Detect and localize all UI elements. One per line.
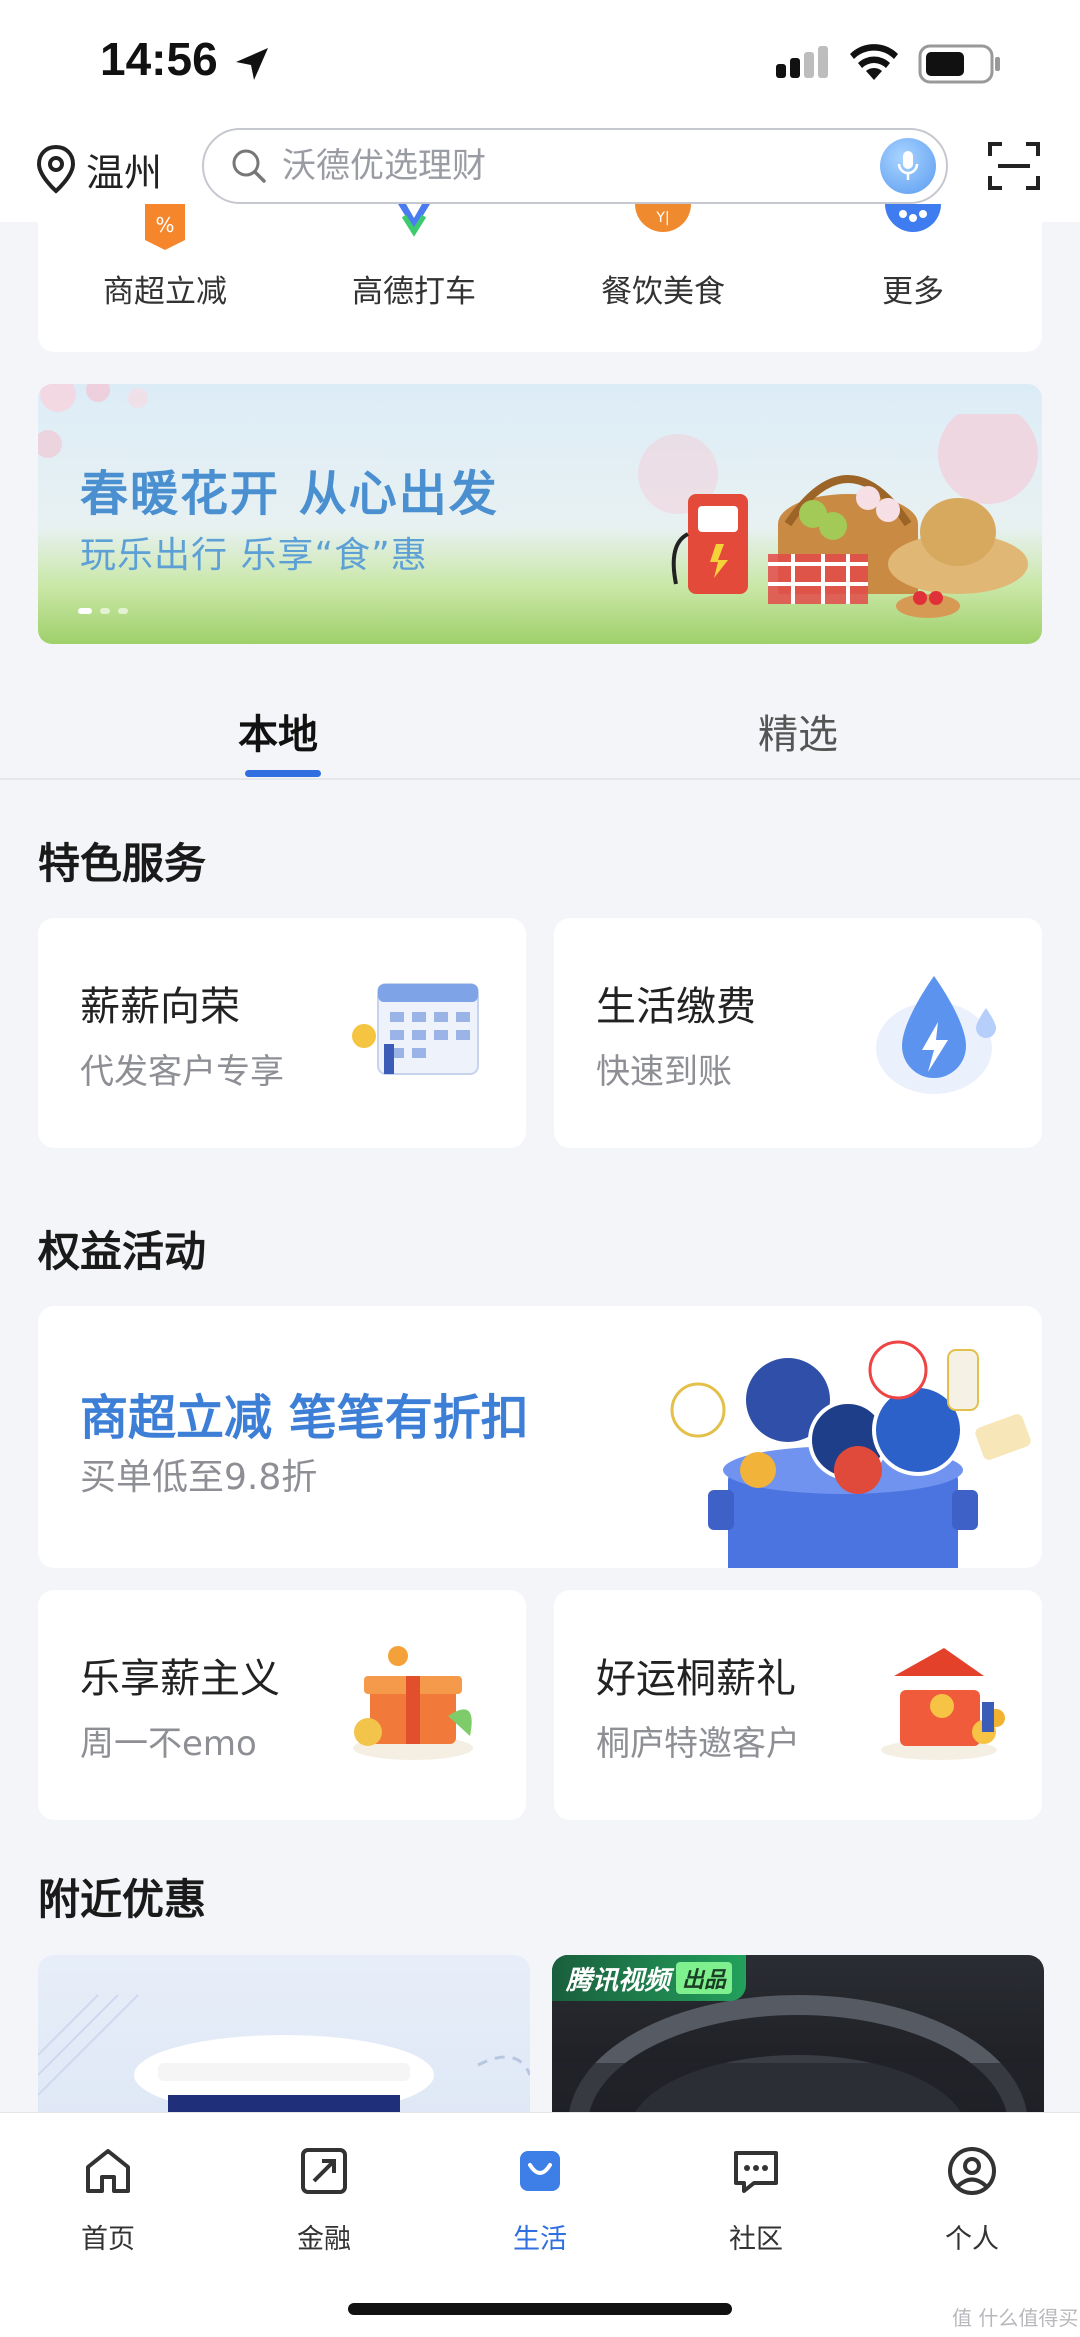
discount-tag-icon: %	[145, 204, 185, 250]
scan-icon[interactable]	[988, 140, 1040, 192]
service-card-utility-payment[interactable]: 生活缴费 快速到账	[554, 918, 1042, 1148]
tabbar-life[interactable]: 生活	[470, 2133, 610, 2263]
promo-subtitle: 买单低至9.8折	[80, 1457, 318, 1498]
svg-text:Y|: Y|	[655, 210, 669, 226]
section-title-rights-activities: 权益活动	[38, 1227, 207, 1276]
picnic-basket-illustration	[638, 414, 1038, 618]
section-title-featured-services: 特色服务	[38, 839, 207, 888]
microphone-icon	[897, 151, 919, 180]
activity-card-salary-enjoy[interactable]: 乐享薪主义 周一不emo	[38, 1590, 526, 1820]
promo-banner[interactable]: 春暖花开 从心出发 玩乐出行 乐享“食”惠	[38, 384, 1042, 644]
home-icon	[86, 2149, 130, 2193]
voice-search-button[interactable]	[880, 138, 936, 194]
tabbar-community[interactable]: 社区	[686, 2133, 826, 2263]
more-icon	[885, 204, 941, 232]
service-card-salary[interactable]: 薪薪向荣 代发客户专享	[38, 918, 526, 1148]
city-selector[interactable]: 温州	[36, 136, 162, 202]
tabbar-finance[interactable]: 金融	[254, 2133, 394, 2263]
tencent-video-tag: 腾讯视频 出品	[552, 1955, 747, 2001]
home-indicator	[348, 2303, 732, 2315]
content-tabs: 本地 精选	[0, 680, 1080, 780]
wifi-icon	[850, 44, 898, 80]
amap-icon	[398, 204, 430, 237]
banner-subtitle: 玩乐出行 乐享“食”惠	[80, 535, 428, 576]
chat-icon	[734, 2151, 778, 2193]
quick-services-card: % 商超立减 高德打车 Y| 餐饮美食 更多	[38, 204, 1042, 352]
water-drop-bolt-icon	[876, 976, 996, 1094]
quick-service-amap-taxi[interactable]: 高德打车	[334, 204, 494, 352]
nearby-offer-card-video[interactable]: 腾讯视频 出品	[552, 1955, 1044, 2115]
nearby-offer-card-coffee[interactable]	[38, 1955, 530, 2115]
food-icon: Y|	[635, 204, 691, 232]
city-label: 温州	[86, 150, 163, 195]
banner-title: 春暖花开 从心出发	[80, 466, 499, 522]
battery-icon	[918, 44, 1000, 84]
coffee-cup-image	[38, 1994, 530, 2115]
watermark: 值 什么值得买	[952, 2306, 1079, 2330]
finance-icon	[301, 2148, 347, 2194]
map-pin-icon	[36, 144, 76, 194]
calendar-illustration-icon	[352, 983, 479, 1075]
tab-active-indicator	[245, 770, 321, 777]
quick-service-food[interactable]: Y| 餐饮美食	[583, 204, 743, 352]
search-bar[interactable]	[202, 128, 948, 204]
location-arrow-icon	[236, 48, 268, 80]
shopping-bucket-illustration	[670, 1340, 1031, 1568]
banner-pagination	[78, 608, 128, 614]
status-bar: 14:56	[0, 0, 1080, 120]
user-icon	[948, 2147, 996, 2195]
activity-card-lucky-gift[interactable]: 好运桐薪礼 桐庐特邀客户	[554, 1590, 1042, 1820]
promo-card-supermarket-discount[interactable]: 商超立减 笔笔有折扣 买单低至9.8折	[38, 1306, 1042, 1568]
red-envelope-coins-icon	[881, 1648, 1005, 1760]
tabbar-home[interactable]: 首页	[38, 2133, 178, 2263]
search-input[interactable]	[282, 146, 842, 186]
status-time: 14:56	[100, 33, 218, 85]
gift-box-illustration-icon	[353, 1646, 473, 1760]
tabbar-profile[interactable]: 个人	[902, 2133, 1042, 2263]
cellular-signal-icon	[776, 46, 828, 78]
promo-title: 商超立减 笔笔有折扣	[80, 1390, 529, 1446]
tab-local[interactable]: 本地	[238, 702, 318, 760]
tab-featured[interactable]: 精选	[758, 702, 838, 760]
search-icon	[232, 149, 266, 183]
quick-service-supermarket[interactable]: % 商超立减	[85, 204, 245, 352]
quick-service-more[interactable]: 更多	[833, 204, 993, 352]
svg-text:%: %	[155, 213, 174, 237]
shopping-bag-icon	[520, 2151, 560, 2191]
section-title-nearby-offers: 附近优惠	[38, 1875, 207, 1924]
